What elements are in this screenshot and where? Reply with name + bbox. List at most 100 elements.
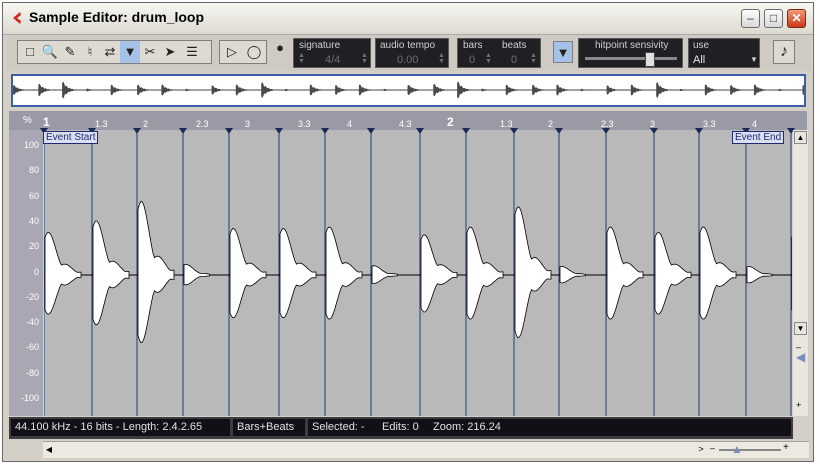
grid-icon[interactable]: ☰ <box>182 41 202 63</box>
use-dropdown[interactable]: use All ▼ <box>688 38 760 68</box>
hitpoint-marker[interactable] <box>367 128 375 134</box>
hitpoint-marker[interactable] <box>416 128 424 134</box>
status-format: 44.100 kHz - 16 bits - Length: 2.4.2.65 <box>11 419 230 436</box>
ruler-bar-label: 2 <box>447 115 454 129</box>
zoom-slider-track <box>719 449 781 451</box>
ruler-tick-label: 2.3 <box>196 119 209 129</box>
overview-transient <box>753 84 768 96</box>
overview-transient <box>505 84 520 96</box>
zoom-icon[interactable]: 🔍 <box>40 41 60 63</box>
pointer-icon[interactable]: ➤ <box>160 41 180 63</box>
slider-track <box>585 57 677 60</box>
hitpoint-edit-icon[interactable]: ▼ <box>120 41 140 63</box>
waveform-transient <box>559 265 586 284</box>
maximize-button[interactable]: □ <box>764 9 783 28</box>
scroll-left-icon[interactable]: ◀ <box>43 443 55 456</box>
waveform-svg <box>44 130 792 416</box>
overview-transient <box>62 81 77 99</box>
title-bar[interactable]: Sample Editor: drum_loop – □ ✕ <box>3 3 813 35</box>
hitpoint-marker[interactable] <box>179 128 187 134</box>
tool-group: □ 🔍 ✎ ♮ ⇄ ▼ ✂ ➤ ☰ <box>17 40 212 64</box>
hitpoint-marker[interactable] <box>510 128 518 134</box>
status-selected: Selected: - <box>312 421 365 433</box>
amplitude-tick-label: -40 <box>25 317 39 328</box>
bars-value: 0 <box>469 54 476 66</box>
hitpoint-marker[interactable] <box>321 128 329 134</box>
overview-transient <box>532 84 547 96</box>
overview-transient <box>730 85 745 95</box>
ruler-tick-label: 2 <box>548 119 554 129</box>
hitpoint-filter-icon[interactable]: ▼ <box>553 41 573 63</box>
hitpoint-marker[interactable] <box>650 128 658 134</box>
scroll-down-icon[interactable]: ▼ <box>794 322 807 335</box>
amplitude-tick-label: -100 <box>20 393 39 403</box>
spin-arrows-icon[interactable]: ▲ ▼ <box>485 52 492 65</box>
slider-thumb[interactable] <box>645 52 656 67</box>
spin-arrows-icon[interactable]: ▲ ▼ <box>530 52 537 65</box>
window-title: Sample Editor: drum_loop <box>29 9 205 25</box>
spin-arrows-icon[interactable]: ▲ ▼ <box>361 52 368 65</box>
amplitude-tick-label: -80 <box>25 367 39 378</box>
waveform-transient <box>92 220 130 326</box>
status-ruler-mode[interactable]: Bars+Beats <box>233 419 305 436</box>
overview-transient <box>383 88 398 92</box>
spin-arrows-icon[interactable]: ▲ ▼ <box>438 52 445 65</box>
play-icon[interactable]: ▷ <box>222 41 242 63</box>
waveform-transient <box>371 265 398 284</box>
hitpoint-marker[interactable] <box>225 128 233 134</box>
scissors-icon[interactable]: ✂ <box>140 41 160 63</box>
chevron-down-icon[interactable]: ▼ <box>750 55 758 64</box>
bars-beats-field[interactable]: bars beats 0 ▲ ▼ 0 ▲ ▼ <box>457 38 541 68</box>
spin-arrows-icon[interactable]: ▲ ▼ <box>298 52 305 65</box>
hitpoint-marker[interactable] <box>462 128 470 134</box>
sample-editor-window: Sample Editor: drum_loop – □ ✕ □ 🔍 ✎ ♮ ⇄… <box>2 2 814 462</box>
overview-transient <box>457 81 472 99</box>
note-button[interactable]: ♪ <box>773 40 795 64</box>
waveform-transient <box>514 206 552 339</box>
amplitude-tick-label: 100 <box>23 140 39 150</box>
overview-transient <box>408 85 422 95</box>
speaker-icon[interactable]: ♮ <box>80 41 100 63</box>
audio-tempo-field[interactable]: audio tempo 0.00 ▲ ▼ <box>375 38 449 68</box>
status-zoom: Zoom: 216.24 <box>433 421 501 433</box>
amplitude-tick-label: 20 <box>28 241 39 252</box>
loop-region-icon[interactable]: ◯ <box>244 41 264 63</box>
vertical-zoom-thumb[interactable]: ◀ <box>796 350 805 364</box>
minimize-button[interactable]: – <box>741 9 760 28</box>
hitpoint-marker[interactable] <box>133 128 141 134</box>
status-bar: 44.100 kHz - 16 bits - Length: 2.4.2.65 … <box>9 417 793 439</box>
waveform-display[interactable] <box>44 130 792 416</box>
event-start-marker[interactable]: Event Start <box>43 131 99 144</box>
zoom-in-icon[interactable]: + <box>783 442 789 453</box>
zoom-in-icon[interactable]: + <box>796 400 801 410</box>
hitpoint-sensitivity-slider[interactable]: hitpoint sensivity <box>578 38 683 68</box>
overview-transient <box>630 84 645 96</box>
range-select-icon[interactable]: □ <box>20 41 40 63</box>
metronome-icon[interactable]: ● <box>270 37 290 59</box>
vertical-scrollbar[interactable]: ▲ ▼ – ◀ + <box>793 130 808 416</box>
hitpoint-marker[interactable] <box>602 128 610 134</box>
overview-transient <box>235 84 250 96</box>
overview-transient <box>680 88 694 92</box>
zoom-slider-thumb[interactable]: ▲ <box>731 442 743 456</box>
close-button[interactable]: ✕ <box>787 9 806 28</box>
pencil-icon[interactable]: ✎ <box>60 41 80 63</box>
loop-icon[interactable]: ⇄ <box>100 41 120 63</box>
overview-wave-svg <box>13 81 804 99</box>
scroll-right-icon[interactable]: > <box>695 443 707 456</box>
hitpoint-marker[interactable] <box>275 128 283 134</box>
overview-transient <box>335 85 350 95</box>
hitpoint-marker[interactable] <box>695 128 703 134</box>
note-icon[interactable]: ♪ <box>774 41 794 63</box>
horizontal-scrollbar[interactable]: ◀ > – ▲ + <box>43 441 809 458</box>
overview-waveform[interactable] <box>11 74 806 107</box>
scroll-up-icon[interactable]: ▲ <box>794 131 807 144</box>
overview-transient <box>309 84 324 96</box>
signature-field[interactable]: signature 4/4 ▲ ▼ ▲ ▼ <box>293 38 371 68</box>
event-end-marker[interactable]: Event End <box>732 131 785 144</box>
waveform-transient <box>654 231 692 315</box>
waveform-transient <box>606 226 644 320</box>
percent-label: % <box>23 115 32 126</box>
zoom-out-icon[interactable]: – <box>710 443 715 453</box>
hitpoint-marker[interactable] <box>555 128 563 134</box>
